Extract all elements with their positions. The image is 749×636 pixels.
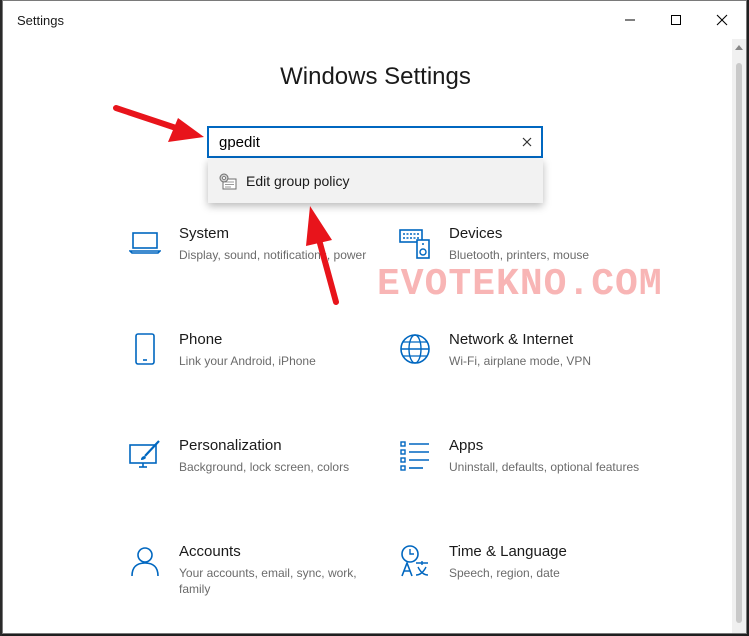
tile-description: Uninstall, defaults, optional features (449, 460, 640, 474)
tile-apps[interactable]: Apps Uninstall, defaults, optional featu… (399, 437, 649, 517)
search-input[interactable] (209, 128, 509, 156)
tile-name: Network & Internet (449, 331, 574, 348)
tile-time-language[interactable]: Time & Language Speech, region, date (399, 543, 649, 623)
tile-personalization[interactable]: Personalization Background, lock screen,… (129, 437, 379, 517)
group-policy-icon (219, 173, 237, 190)
suggestion-edit-group-policy[interactable]: Edit group policy (208, 159, 543, 203)
maximize-icon (671, 15, 681, 25)
laptop-icon (129, 232, 161, 254)
page-title: Windows Settings (280, 63, 471, 90)
window-title: Settings (17, 13, 64, 28)
tile-name: Personalization (179, 437, 282, 454)
tile-network[interactable]: Network & Internet Wi-Fi, airplane mode,… (399, 331, 649, 411)
apps-list-icon (400, 441, 429, 471)
settings-search-box[interactable] (207, 126, 543, 158)
tile-name: Devices (449, 225, 503, 242)
close-icon (716, 14, 728, 26)
minimize-icon (625, 19, 635, 21)
watermark-text: EVOTEKNO.COM (377, 263, 663, 306)
clear-icon (522, 137, 532, 147)
clear-search-button[interactable] (519, 134, 535, 150)
tile-name: Accounts (179, 543, 241, 560)
time-language-icon (401, 545, 429, 577)
minimize-button[interactable] (607, 1, 653, 39)
tile-name: Apps (449, 437, 484, 454)
tile-name: Phone (179, 331, 223, 348)
close-button[interactable] (699, 1, 745, 39)
tile-accounts[interactable]: Accounts Your accounts, email, sync, wor… (129, 543, 379, 623)
tile-description: Bluetooth, printers, mouse (449, 248, 590, 262)
globe-icon (400, 334, 430, 364)
settings-window: Settings Windows Settings gpedit Edit gr… (2, 0, 747, 634)
tile-description: Your accounts, email, sync, work, family (179, 566, 357, 596)
title-bar[interactable]: Settings (3, 1, 746, 39)
tile-name: Time & Language (449, 543, 567, 560)
tile-name: System (179, 225, 230, 242)
vertical-scrollbar[interactable] (732, 39, 746, 633)
tile-description: Display, sound, notifications, power (179, 248, 367, 262)
tile-description: Background, lock screen, colors (179, 460, 350, 474)
tile-description: Link your Android, iPhone (179, 354, 316, 368)
person-icon (131, 547, 159, 577)
search-suggestions-dropdown: Edit group policy (208, 159, 543, 203)
suggestion-label: Edit group policy (246, 173, 350, 189)
paintbrush-monitor-icon (129, 440, 160, 468)
maximize-button[interactable] (653, 1, 699, 39)
tile-description: Wi-Fi, airplane mode, VPN (449, 354, 592, 368)
tile-description: Speech, region, date (449, 566, 560, 580)
keyboard-speaker-icon (399, 229, 430, 259)
tile-phone[interactable]: Phone Link your Android, iPhone (129, 331, 379, 411)
scroll-up-icon[interactable] (735, 45, 743, 50)
phone-icon (135, 333, 155, 365)
scrollbar-thumb[interactable] (736, 63, 742, 623)
tile-system[interactable]: System Display, sound, notifications, po… (129, 225, 379, 305)
